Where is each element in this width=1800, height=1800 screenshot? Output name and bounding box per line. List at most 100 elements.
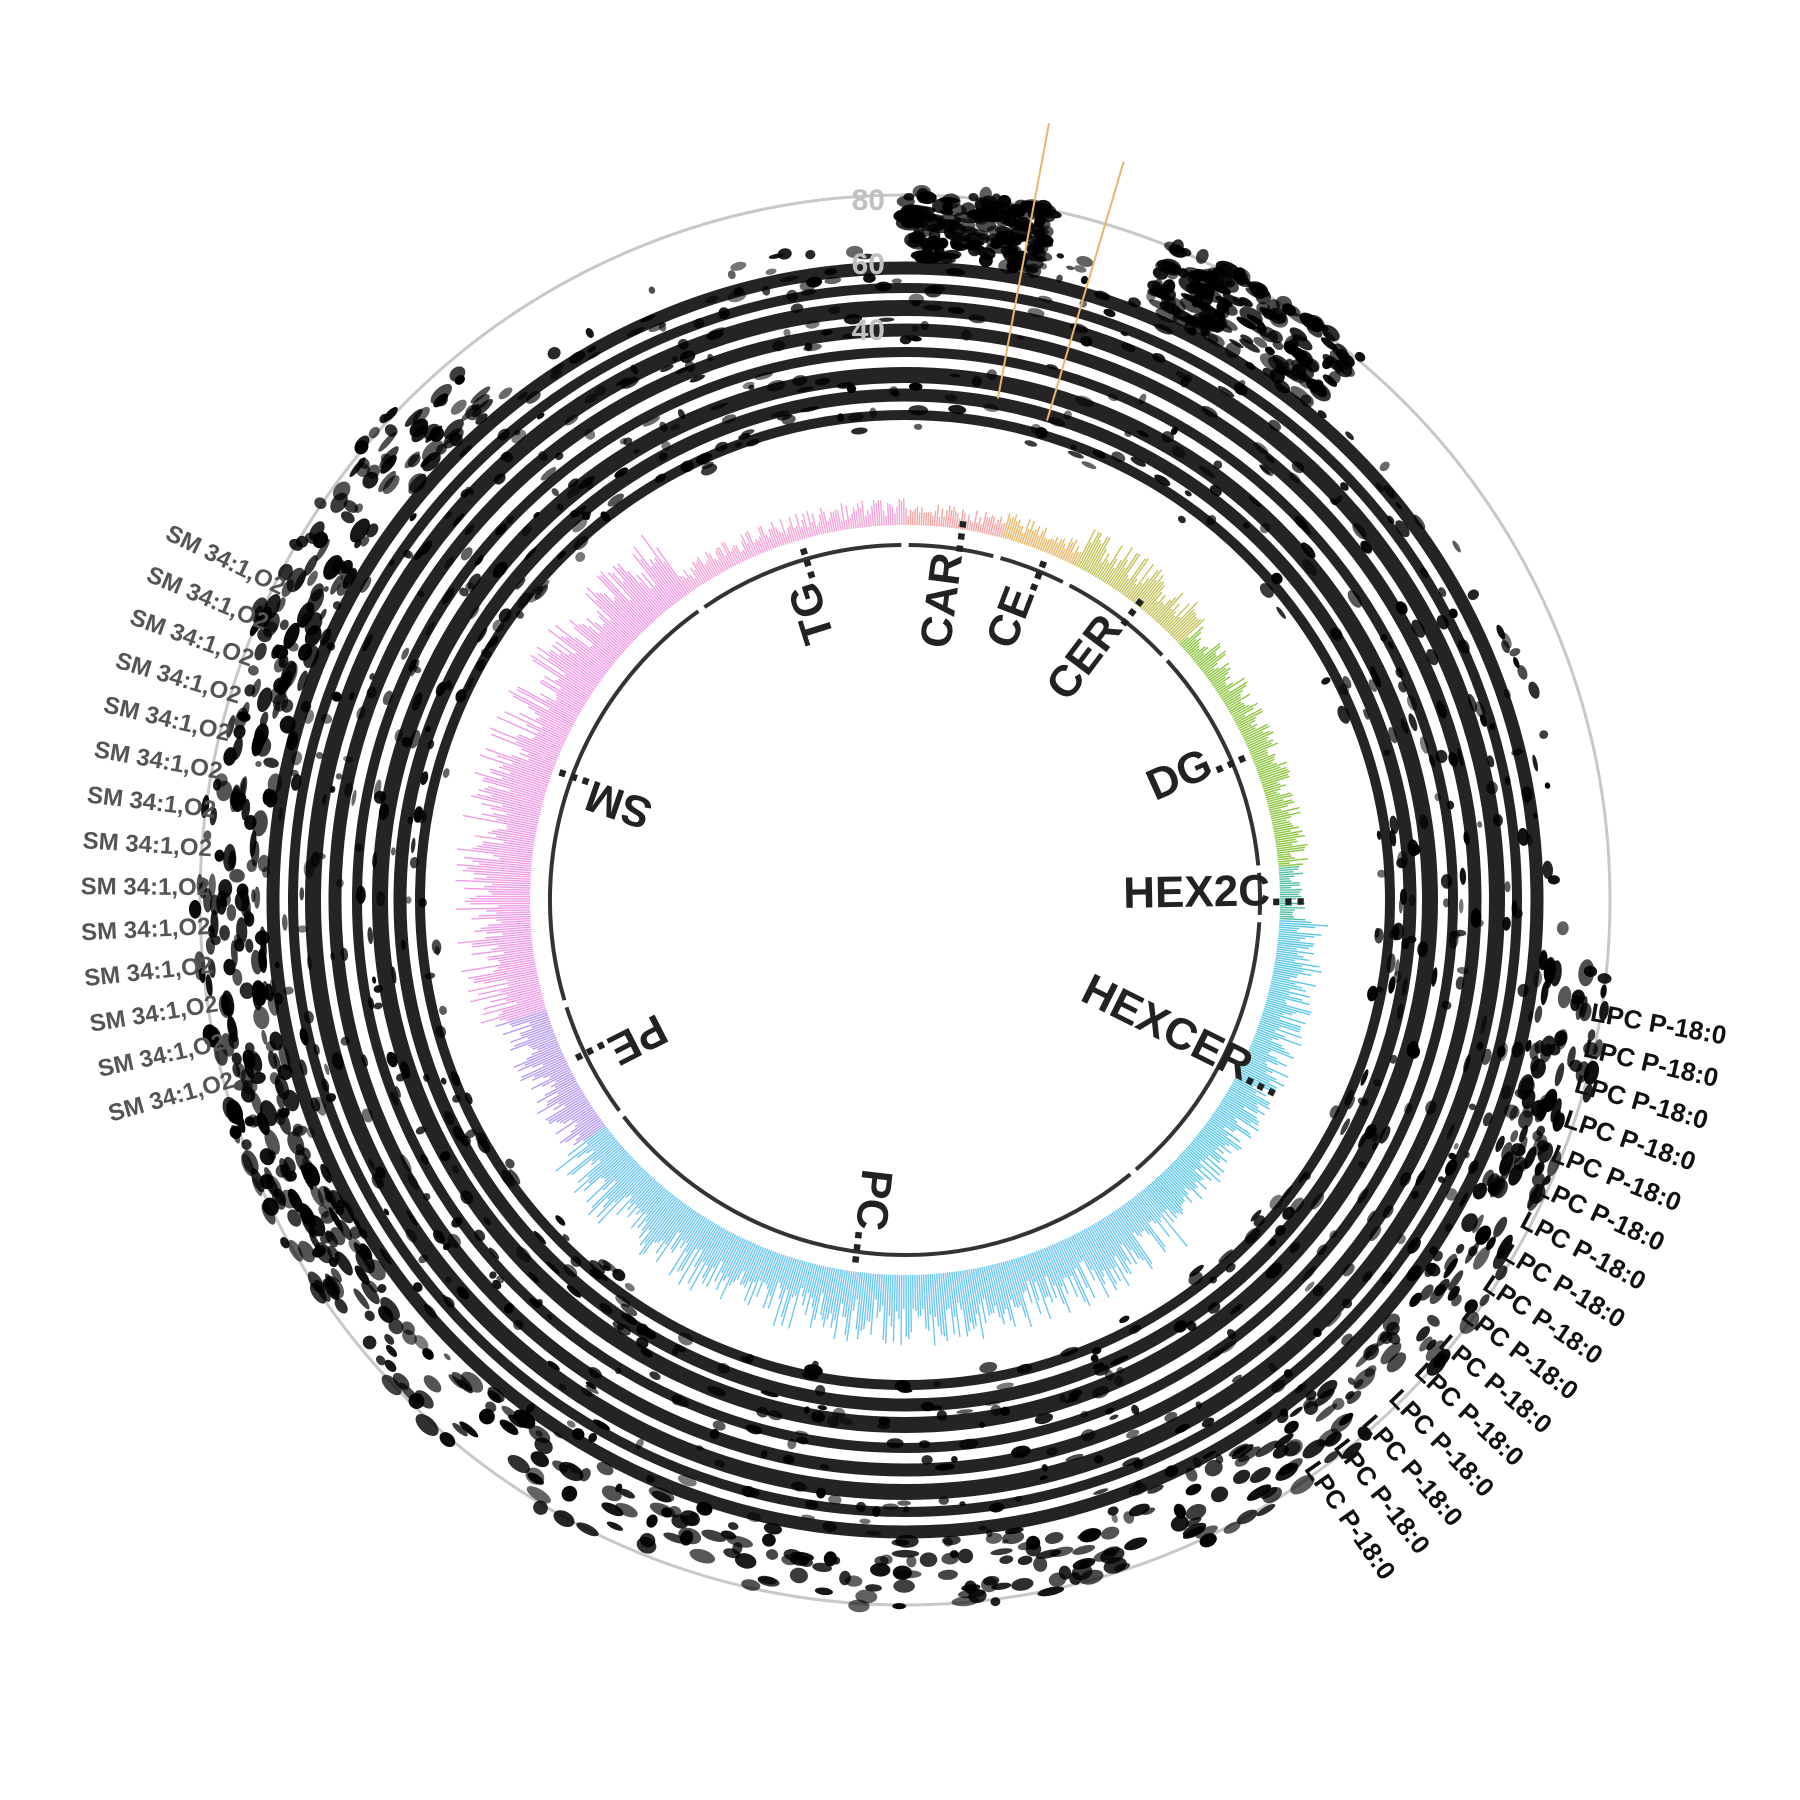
class-bar xyxy=(900,1274,903,1345)
class-bar xyxy=(920,1274,924,1309)
track-mark xyxy=(765,268,777,275)
outer-mark xyxy=(219,925,230,941)
track-mark xyxy=(910,336,922,342)
outer-mark xyxy=(1554,1062,1565,1087)
class-bar xyxy=(909,1274,912,1333)
class-bar xyxy=(1277,855,1292,859)
outer-mark xyxy=(893,1579,915,1593)
outer-mark xyxy=(439,1432,456,1448)
class-bar xyxy=(888,1274,892,1316)
track-mark xyxy=(1458,898,1464,914)
class-bar xyxy=(865,515,868,527)
outer-mark xyxy=(789,1567,808,1584)
track-mark xyxy=(1477,821,1483,828)
class-bar xyxy=(488,890,531,894)
class-bar xyxy=(890,1274,894,1327)
class-bar xyxy=(1279,920,1312,924)
class-bar xyxy=(1279,915,1294,918)
track-mark xyxy=(648,286,656,294)
class-label: SM... xyxy=(545,759,658,839)
radial-tick-label: 80 xyxy=(852,184,885,217)
class-label: DG... xyxy=(1139,724,1253,811)
track-mark xyxy=(405,896,412,904)
track-mark xyxy=(1556,921,1569,936)
class-bar xyxy=(875,502,879,527)
outer-mark xyxy=(895,1534,919,1548)
outer-mark xyxy=(766,1549,779,1560)
class-bar xyxy=(500,920,531,924)
outer-mark xyxy=(701,1529,727,1542)
track-mark xyxy=(1056,253,1065,259)
feature-label-sm: SM 34:1,O2 xyxy=(82,827,213,862)
track-mark xyxy=(443,1353,451,1361)
feature-label-sm: SM 34:1,O2 xyxy=(81,913,212,946)
class-bar xyxy=(586,586,638,638)
track-mark xyxy=(1539,730,1549,739)
outer-mark xyxy=(364,1310,375,1322)
track-mark xyxy=(255,760,262,768)
outer-mark xyxy=(263,757,279,768)
track-mark xyxy=(299,887,305,901)
outer-mark xyxy=(1493,1216,1508,1238)
class-bar xyxy=(869,514,872,527)
class-bar xyxy=(892,1274,896,1342)
outer-mark xyxy=(1597,973,1612,984)
class-bar xyxy=(1278,926,1300,930)
class-bar xyxy=(1278,862,1290,865)
outer-mark xyxy=(727,1522,739,1531)
track-mark xyxy=(1044,1532,1064,1544)
class-bar xyxy=(885,515,888,526)
class-bar xyxy=(1261,775,1290,786)
track-mark xyxy=(1185,1483,1202,1496)
outer-mark xyxy=(385,1344,398,1357)
class-bar xyxy=(916,506,919,526)
class-bar xyxy=(486,909,531,912)
outer-mark xyxy=(903,192,915,201)
track-mark xyxy=(727,270,736,280)
class-bar xyxy=(881,1274,885,1306)
class-label: TG... xyxy=(768,542,844,650)
class-bar xyxy=(1277,853,1291,857)
track-mark xyxy=(390,847,396,856)
outer-mark xyxy=(1101,1526,1120,1540)
class-bar xyxy=(455,906,531,910)
track-mark xyxy=(1081,461,1097,470)
track-mark xyxy=(1177,515,1186,524)
class-bar xyxy=(879,499,883,526)
outer-mark xyxy=(253,886,261,909)
outer-mark xyxy=(229,868,245,883)
outer-mark xyxy=(957,1548,974,1564)
radial-tick-label: 40 xyxy=(852,314,885,347)
outer-mark xyxy=(219,892,231,907)
radial-tick-labels: 40 60 80 xyxy=(852,184,885,347)
class-bar xyxy=(1200,650,1227,671)
outer-mark xyxy=(892,1565,912,1581)
class-bar xyxy=(914,1274,917,1312)
class-bar xyxy=(918,1274,922,1316)
circular-bar-chart: 406080 CAR... CE...CER...DG...HEX2C...HEX… xyxy=(81,123,1729,1613)
class-label: PE... xyxy=(568,1004,675,1091)
class-bar xyxy=(470,902,531,905)
class-bar xyxy=(840,520,844,531)
class-label: CE... xyxy=(977,546,1058,655)
class-bar xyxy=(882,510,885,526)
track-mark xyxy=(585,328,594,338)
class-bar xyxy=(483,885,531,889)
class-bar xyxy=(1279,917,1306,921)
track-mark xyxy=(555,1215,566,1226)
class-bar xyxy=(877,500,881,526)
track-mark xyxy=(913,423,923,430)
track-mark xyxy=(1532,754,1539,772)
track-mark xyxy=(261,1029,268,1045)
class-bar xyxy=(979,523,983,533)
outer-mark xyxy=(937,1569,958,1580)
track-mark xyxy=(1459,867,1467,885)
feature-label-sm: SM 34:1,O2 xyxy=(86,782,218,824)
class-bar xyxy=(895,1274,899,1312)
class-bar xyxy=(1081,532,1103,570)
track-mark xyxy=(575,552,586,562)
outer-mark xyxy=(1510,1130,1519,1143)
class-bar xyxy=(889,504,892,526)
class-bar xyxy=(849,517,853,529)
class-label: CAR... xyxy=(911,514,977,651)
